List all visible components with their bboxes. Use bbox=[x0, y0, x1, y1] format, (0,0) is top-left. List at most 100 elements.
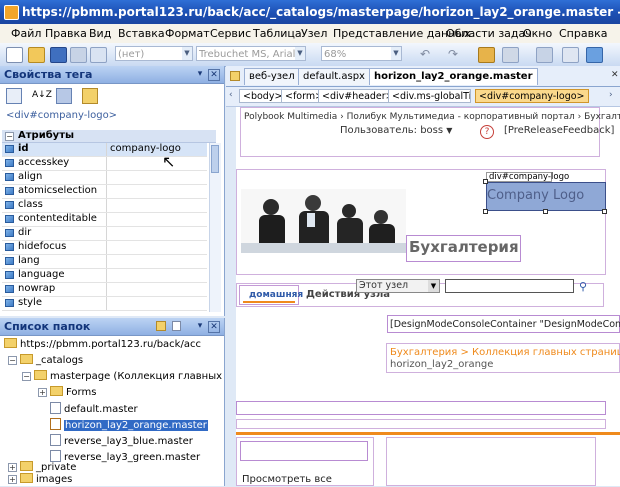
search-icon[interactable]: ⚲ bbox=[579, 280, 587, 293]
crumb-company-logo[interactable]: <div#company-logo> bbox=[475, 89, 589, 103]
chevron-left-icon[interactable]: ‹ bbox=[229, 90, 233, 100]
size-combo[interactable]: 68% ▼ bbox=[321, 46, 402, 61]
attribute-value[interactable] bbox=[106, 171, 110, 184]
attribute-row[interactable]: lang bbox=[2, 255, 207, 269]
release-feedback[interactable]: [PreReleaseFeedback] bbox=[504, 125, 614, 136]
chevron-right-icon[interactable]: › bbox=[609, 90, 613, 100]
attribute-row[interactable]: dir bbox=[2, 227, 207, 241]
file-horizon-master[interactable]: horizon_lay2_orange.master bbox=[50, 418, 208, 432]
attribute-value[interactable] bbox=[106, 199, 110, 212]
show-formatting-icon[interactable] bbox=[562, 47, 579, 63]
resize-handle[interactable] bbox=[483, 179, 488, 184]
folder-root[interactable]: https://pbmm.portal123.ru/back/acc bbox=[4, 338, 201, 352]
expand-icon[interactable]: + bbox=[38, 388, 47, 397]
site-title[interactable]: Бухгалтерия bbox=[409, 238, 519, 256]
attribute-value[interactable] bbox=[106, 213, 110, 226]
redo-icon[interactable]: ↷ bbox=[448, 47, 463, 61]
attribute-row[interactable]: hidefocus bbox=[2, 241, 207, 255]
menu-file[interactable]: Файл bbox=[11, 27, 41, 40]
home-tab-box[interactable]: домашняя bbox=[239, 285, 303, 305]
menu-table[interactable]: Таблица bbox=[253, 27, 302, 40]
menu-edit[interactable]: Правка bbox=[45, 27, 87, 40]
attribute-value[interactable] bbox=[106, 185, 110, 198]
attribute-value[interactable] bbox=[106, 241, 110, 254]
crumb-body[interactable]: <body> bbox=[239, 89, 287, 103]
attribute-row[interactable]: accesskey bbox=[2, 157, 207, 171]
help-icon[interactable]: ? bbox=[480, 125, 494, 139]
new-folder-icon[interactable] bbox=[156, 321, 166, 331]
attribute-value[interactable] bbox=[106, 297, 110, 310]
page-breadcrumb[interactable]: Бухгалтерия > Коллекция главных страниц … bbox=[390, 347, 620, 358]
print-icon[interactable] bbox=[70, 47, 87, 63]
tab-horizon-master[interactable]: horizon_lay2_orange.master bbox=[369, 68, 538, 85]
menu-site[interactable]: Узел bbox=[301, 27, 327, 40]
folder-forms[interactable]: + Forms bbox=[38, 386, 96, 400]
search-scope-select[interactable]: Этот узел ▼ bbox=[356, 279, 440, 293]
menu-view[interactable]: Вид bbox=[89, 27, 111, 40]
attribute-row[interactable]: nowrap bbox=[2, 283, 207, 297]
collapse-icon[interactable]: − bbox=[22, 372, 31, 381]
font-combo[interactable]: Trebuchet MS, Arial, serif ▼ bbox=[196, 46, 306, 61]
tag-properties-icon[interactable] bbox=[82, 88, 98, 104]
crumb-globaltitle[interactable]: <div.ms-globalTitl... bbox=[388, 89, 471, 103]
menu-insert[interactable]: Вставка bbox=[118, 27, 165, 40]
collapse-icon[interactable]: − bbox=[8, 356, 17, 365]
attribute-value[interactable] bbox=[106, 157, 110, 170]
file-default-master[interactable]: default.master bbox=[50, 402, 138, 416]
menu-help[interactable]: Справка bbox=[559, 27, 607, 40]
user-menu[interactable]: Пользователь: boss ▼ bbox=[340, 125, 452, 136]
undo-icon[interactable]: ↶ bbox=[420, 47, 435, 61]
close-icon[interactable]: ✕ bbox=[208, 69, 220, 81]
new-page-icon[interactable] bbox=[172, 321, 181, 331]
attribute-row[interactable]: style bbox=[2, 297, 207, 311]
attribute-row[interactable]: align bbox=[2, 171, 207, 185]
attribute-value[interactable] bbox=[106, 255, 110, 268]
attribute-row[interactable]: atomicselection bbox=[2, 185, 207, 199]
attribute-value[interactable] bbox=[106, 283, 110, 296]
crumb-header[interactable]: <div#header> bbox=[318, 89, 398, 103]
menu-tools[interactable]: Сервис bbox=[210, 27, 251, 40]
file-reverse-blue[interactable]: reverse_lay3_blue.master bbox=[50, 434, 193, 448]
show-set-properties-icon[interactable] bbox=[56, 88, 72, 104]
web-component-icon[interactable] bbox=[478, 47, 495, 63]
company-logo-box[interactable]: Company Logo bbox=[486, 182, 606, 211]
resize-handle[interactable] bbox=[483, 209, 488, 214]
style-combo[interactable]: (нет) ▼ bbox=[115, 46, 193, 61]
search-input[interactable] bbox=[445, 279, 574, 293]
attributes-section-header[interactable]: − Атрибуты bbox=[2, 130, 216, 143]
attribute-scrollbar[interactable] bbox=[209, 143, 221, 312]
new-page-icon[interactable] bbox=[6, 47, 23, 63]
tab-website[interactable]: веб-узел bbox=[244, 68, 300, 85]
attribute-value[interactable] bbox=[106, 227, 110, 240]
save-icon[interactable] bbox=[50, 47, 67, 63]
layer-icon[interactable] bbox=[536, 47, 553, 63]
panel-menu-icon[interactable]: ▾ bbox=[195, 69, 205, 79]
panel-menu-icon[interactable]: ▾ bbox=[195, 321, 205, 331]
scrollbar-thumb[interactable] bbox=[211, 145, 219, 173]
open-folder-icon[interactable] bbox=[28, 47, 45, 63]
categorized-view-icon[interactable] bbox=[6, 88, 22, 104]
help-icon[interactable] bbox=[586, 47, 603, 63]
close-icon[interactable]: ✕ bbox=[611, 70, 619, 80]
menu-window[interactable]: Окно bbox=[523, 27, 552, 40]
resize-handle[interactable] bbox=[602, 209, 607, 214]
design-surface[interactable]: Polybook Multimedia › Полибук Мультимеди… bbox=[236, 107, 620, 486]
collapse-icon[interactable]: − bbox=[5, 132, 14, 141]
attribute-row[interactable]: class bbox=[2, 199, 207, 213]
preview-icon[interactable] bbox=[90, 47, 107, 63]
global-breadcrumb[interactable]: Polybook Multimedia › Полибук Мультимеди… bbox=[244, 112, 620, 122]
menu-format[interactable]: Формат bbox=[165, 27, 210, 40]
attribute-value[interactable] bbox=[106, 269, 110, 282]
resize-handle[interactable] bbox=[543, 209, 548, 214]
sort-az-icon[interactable]: A↓Z bbox=[32, 88, 52, 102]
attribute-row[interactable]: language bbox=[2, 269, 207, 283]
folder-masterpage[interactable]: − masterpage (Коллекция главных страниц) bbox=[22, 370, 222, 384]
attribute-row[interactable]: id company-logo bbox=[2, 143, 207, 157]
attribute-row[interactable]: contenteditable bbox=[2, 213, 207, 227]
expand-icon[interactable]: + bbox=[8, 475, 17, 484]
expand-icon[interactable]: + bbox=[8, 463, 17, 472]
folder-catalogs[interactable]: − _catalogs bbox=[8, 354, 83, 368]
tab-default-aspx[interactable]: default.aspx bbox=[298, 68, 370, 85]
insert-table-icon[interactable] bbox=[502, 47, 519, 63]
folder-images[interactable]: + images bbox=[8, 473, 72, 487]
